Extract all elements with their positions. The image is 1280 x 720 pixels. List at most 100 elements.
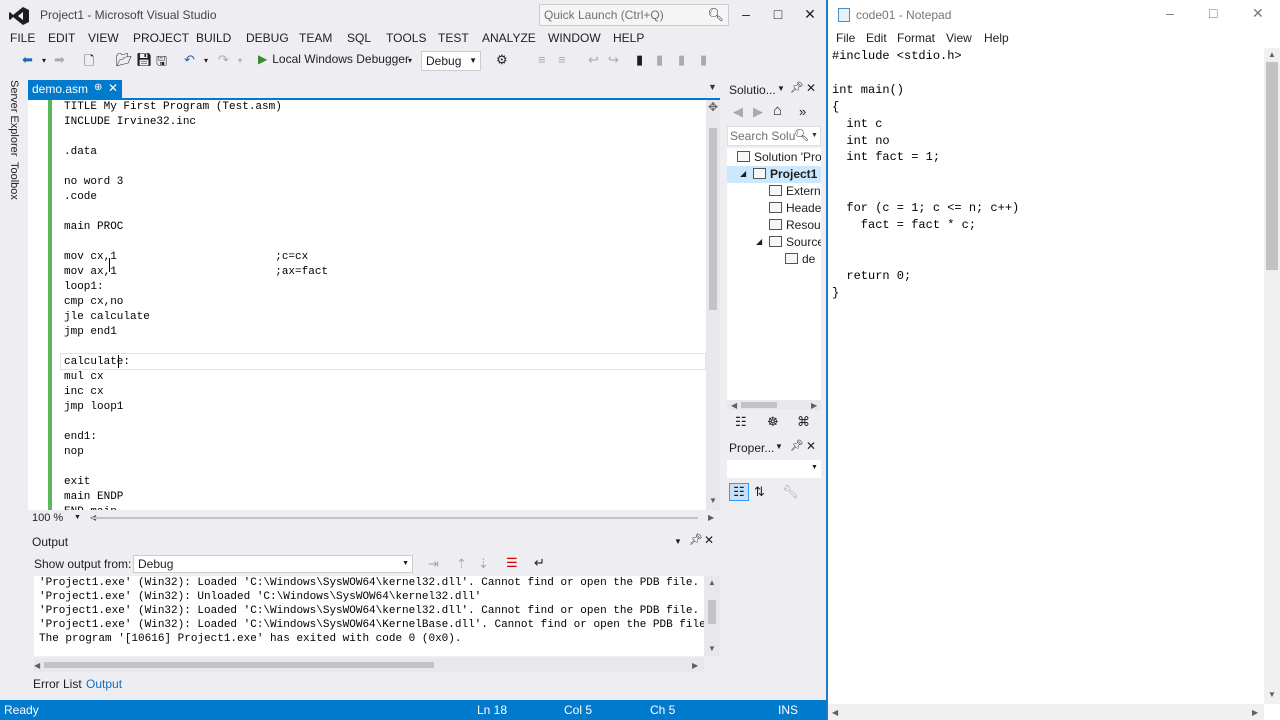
nav-back-icon[interactable]: ↩ — [588, 52, 599, 68]
close-tab-icon[interactable]: ✕ — [108, 81, 118, 95]
bookmark-icon[interactable]: ▮ — [636, 52, 643, 68]
scroll-down-icon[interactable]: ▼ — [708, 644, 716, 653]
split-icon[interactable]: ✥ — [708, 100, 718, 114]
menu-tools[interactable]: TOOLS — [386, 31, 426, 45]
menu-analyze[interactable]: ANALYZE — [482, 31, 536, 45]
zoom-dropdown-icon[interactable]: ▼ — [74, 514, 81, 521]
menu-sql[interactable]: SQL — [347, 31, 371, 45]
output-source-select[interactable]: Debug ▼ — [133, 555, 413, 573]
forward-icon[interactable]: ▶ — [753, 104, 763, 120]
solution-search-input[interactable]: Search Solu 🔍︎ ▼ — [727, 126, 821, 146]
scroll-down-icon[interactable]: ▼ — [1268, 690, 1276, 699]
quick-launch-input[interactable]: Quick Launch (Ctrl+Q) 🔍︎ — [539, 4, 729, 26]
pin-icon[interactable]: 📌︎ — [689, 533, 703, 546]
menu-file[interactable]: File — [836, 31, 855, 45]
scroll-left-icon[interactable]: ◀ — [34, 661, 40, 670]
redo-dropdown-icon[interactable]: ▾ — [238, 56, 242, 65]
team-explorer-icon[interactable]: ☸ — [767, 414, 779, 430]
redo-icon[interactable]: ↷ — [218, 52, 229, 68]
pin-icon[interactable]: 📌︎ — [790, 439, 804, 452]
scroll-up-icon[interactable]: ▲ — [708, 578, 716, 587]
pin-icon[interactable]: 📌︎ — [790, 81, 804, 94]
prev-bookmark-icon[interactable]: ▮ — [656, 52, 663, 68]
start-debugger-button[interactable]: ▶ Local Windows Debugger — [258, 52, 409, 66]
back-dropdown-icon[interactable]: ▾ — [42, 56, 46, 65]
tree-item[interactable]: Solution 'Pro — [737, 150, 821, 164]
class-view-icon[interactable]: ⌘ — [797, 414, 810, 430]
back-icon[interactable]: ◀ — [733, 104, 743, 120]
clear-all-icon[interactable]: ☰ — [506, 555, 518, 571]
more-icon[interactable]: » — [799, 104, 806, 119]
menu-edit[interactable]: Edit — [866, 31, 887, 45]
minimize-icon[interactable]: – — [1166, 5, 1174, 21]
tab-demo-asm[interactable]: demo.asm ⊕ ✕ — [28, 80, 122, 99]
scroll-left-icon[interactable]: ◀ — [832, 708, 838, 717]
close-icon[interactable]: ✕ — [1252, 5, 1264, 22]
scroll-right-icon[interactable]: ▶ — [692, 661, 698, 670]
output-horizontal-scrollbar[interactable]: ◀ ▶ — [34, 658, 704, 672]
menu-test[interactable]: TEST — [438, 31, 469, 45]
word-wrap-icon[interactable]: ↵ — [534, 555, 545, 571]
tree-item[interactable]: Extern — [769, 184, 821, 198]
tree-item[interactable]: de — [785, 252, 815, 266]
close-icon[interactable]: ✕ — [806, 81, 816, 95]
notepad-text-area[interactable]: #include <stdio.h> int main() { int c int… — [832, 48, 1264, 702]
scroll-right-icon[interactable]: ▶ — [811, 401, 817, 410]
scroll-thumb[interactable] — [44, 662, 434, 668]
solution-config-select[interactable]: Debug ▼ — [421, 51, 481, 71]
scroll-thumb[interactable] — [1266, 62, 1278, 270]
undo-icon[interactable]: ↶ — [184, 52, 195, 68]
undo-dropdown-icon[interactable]: ▾ — [204, 56, 208, 65]
uncomment-icon[interactable]: ≡ — [558, 52, 566, 67]
menu-project[interactable]: PROJECT — [133, 31, 189, 45]
tree-item[interactable]: ◢ Source — [756, 235, 821, 249]
menu-format[interactable]: Format — [897, 31, 935, 45]
home-icon[interactable]: ⌂ — [773, 102, 782, 119]
menu-build[interactable]: BUILD — [196, 31, 231, 45]
tree-expander-icon[interactable]: ◢ — [740, 169, 746, 178]
scroll-right-icon[interactable]: ▶ — [1252, 708, 1258, 717]
output-vertical-scrollbar[interactable]: ▲ ▼ — [704, 576, 720, 656]
menu-window[interactable]: WINDOW — [548, 31, 601, 45]
menu-view[interactable]: View — [946, 31, 972, 45]
scroll-up-icon[interactable]: ▲ — [1268, 50, 1276, 59]
zoom-level[interactable]: 100 % — [32, 512, 63, 524]
code-editor[interactable]: TITLE My First Program (Test.asm) INCLUDE… — [28, 100, 706, 510]
tab-output[interactable]: Output — [86, 677, 122, 691]
clear-bookmarks-icon[interactable]: ▮ — [700, 52, 707, 68]
chevron-down-icon[interactable]: ▼ — [811, 132, 818, 139]
chevron-down-icon[interactable]: ▼ — [777, 84, 785, 93]
forward-icon[interactable]: ➡ — [54, 52, 65, 68]
maximize-icon[interactable]: □ — [767, 4, 789, 24]
nav-forward-icon[interactable]: ↪ — [608, 52, 619, 68]
chevron-down-icon[interactable]: ▼ — [674, 537, 682, 546]
close-icon[interactable]: ✕ — [704, 533, 714, 547]
pin-icon[interactable]: ⊕ — [94, 82, 102, 93]
tab-error-list[interactable]: Error List — [33, 677, 82, 691]
menu-team[interactable]: TEAM — [299, 31, 332, 45]
menu-edit[interactable]: EDIT — [48, 31, 75, 45]
tree-item[interactable]: Heade — [769, 201, 821, 215]
save-icon[interactable]: 💾︎ — [136, 52, 153, 68]
close-icon[interactable]: ✕ — [799, 4, 821, 24]
notepad-horizontal-scrollbar[interactable]: ◀ ▶ — [828, 704, 1264, 720]
chevron-down-icon[interactable]: ▼ — [775, 442, 783, 451]
back-icon[interactable]: ⬅ — [22, 52, 33, 68]
code-text[interactable]: TITLE My First Program (Test.asm) INCLUDE… — [64, 100, 328, 510]
menu-view[interactable]: VIEW — [88, 31, 119, 45]
notepad-vertical-scrollbar[interactable]: ▲ ▼ — [1264, 48, 1280, 704]
solution-view-icon[interactable]: ☷ — [735, 414, 747, 430]
scroll-thumb[interactable] — [708, 600, 716, 624]
find-message-icon[interactable]: ⇥ — [428, 556, 439, 572]
tree-item[interactable]: Resou — [769, 218, 821, 232]
solution-horizontal-scrollbar[interactable]: ◀ ▶ — [727, 400, 821, 410]
menu-help[interactable]: HELP — [613, 31, 644, 45]
alphabetical-icon[interactable]: ⇅ — [754, 484, 765, 500]
comment-icon[interactable]: ≡ — [538, 52, 546, 67]
properties-object-select[interactable]: ▼ — [727, 460, 821, 478]
output-text[interactable]: 'Project1.exe' (Win32): Loaded 'C:\Windo… — [34, 576, 704, 656]
tab-toolbox[interactable]: Toolbox — [8, 162, 20, 200]
tree-item[interactable]: ◢ Project1 — [740, 167, 817, 181]
scroll-thumb[interactable] — [741, 402, 777, 408]
scroll-down-icon[interactable]: ▼ — [709, 496, 717, 505]
